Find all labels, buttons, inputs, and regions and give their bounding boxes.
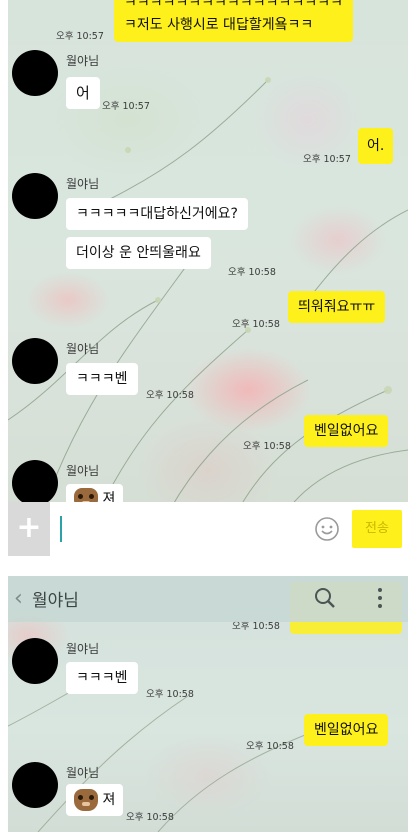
outgoing-message-bubble[interactable]: 벤일없어요 bbox=[304, 415, 389, 447]
chat-screen-bottom: 오후 10:58 ‹ 월야님 월야님 ㅋㅋㅋ벤 오후 10:58 벤일없어요 오… bbox=[8, 576, 408, 832]
outgoing-message-bubble[interactable]: 띄워줘요ㅠㅠ bbox=[288, 291, 386, 323]
message-input-bar: + 전송 bbox=[8, 502, 408, 556]
message-time: 오후 10:58 bbox=[146, 390, 194, 401]
message-time: 오후 10:57 bbox=[102, 101, 150, 112]
incoming-message-bubble[interactable]: 져 bbox=[66, 784, 124, 816]
sender-name: 월야님 bbox=[66, 54, 100, 68]
avatar[interactable] bbox=[12, 338, 58, 384]
message-time: 오후 10:58 bbox=[146, 689, 194, 700]
sender-name: 월야님 bbox=[66, 464, 100, 478]
outgoing-message-bubble[interactable]: 어. bbox=[358, 128, 394, 164]
outgoing-message-bubble[interactable]: ㅋㅋㅋㅋㅋㅋㅋㅋㅋㅋㅋㅋㅋㅋㅋㅋㅋ ㅋ저도 사행시로 대답할게욬ㅋㅋ bbox=[114, 0, 353, 42]
incoming-message-bubble[interactable]: ㅋㅋㅋ벤 bbox=[66, 662, 138, 694]
incoming-message-bubble[interactable]: ㅋㅋㅋㅋㅋ대답하신거에요? bbox=[66, 198, 248, 230]
avatar[interactable] bbox=[12, 173, 58, 219]
message-text: 져 bbox=[102, 792, 116, 808]
message-time: 오후 10:57 bbox=[56, 31, 104, 42]
search-icon[interactable] bbox=[314, 587, 336, 609]
incoming-message-bubble[interactable]: ㅋㅋㅋ벤 bbox=[66, 363, 138, 395]
message-text: ㅋㅋㅋㅋㅋㅋㅋㅋㅋㅋㅋㅋㅋㅋㅋㅋㅋ bbox=[124, 0, 343, 11]
sender-name: 월야님 bbox=[66, 766, 100, 780]
message-time: 오후 10:58 bbox=[126, 812, 174, 823]
chat-screen-top: ㅋㅋㅋㅋㅋㅋㅋㅋㅋㅋㅋㅋㅋㅋㅋㅋㅋ ㅋ저도 사행시로 대답할게욬ㅋㅋ 오후 10… bbox=[8, 0, 408, 556]
message-time: 오후 10:58 bbox=[246, 741, 294, 752]
send-button[interactable]: 전송 bbox=[352, 510, 402, 548]
avatar[interactable] bbox=[12, 762, 58, 808]
plus-icon: + bbox=[16, 510, 42, 545]
sender-name: 월야님 bbox=[66, 177, 100, 191]
chat-title: 월야님 bbox=[32, 591, 79, 611]
sender-name: 월야님 bbox=[66, 642, 100, 656]
chat-header: ‹ 월야님 bbox=[8, 576, 408, 622]
message-input[interactable] bbox=[58, 510, 308, 548]
more-options-icon[interactable] bbox=[376, 587, 384, 609]
message-time: 오후 10:58 bbox=[232, 319, 280, 330]
message-time: 오후 10:58 bbox=[243, 441, 291, 452]
bear-emoticon-icon bbox=[74, 789, 98, 811]
emoticon-icon[interactable] bbox=[314, 516, 340, 542]
avatar[interactable] bbox=[12, 50, 58, 96]
avatar[interactable] bbox=[12, 460, 58, 506]
avatar[interactable] bbox=[12, 638, 58, 684]
message-time: 오후 10:58 bbox=[228, 267, 276, 278]
sender-name: 월야님 bbox=[66, 342, 100, 356]
outgoing-message-bubble[interactable]: 벤일없어요 bbox=[304, 714, 389, 746]
incoming-message-bubble[interactable]: 어 bbox=[66, 77, 100, 109]
incoming-message-bubble[interactable]: 더이상 운 안띄울래요 bbox=[66, 237, 211, 269]
back-chevron-icon[interactable]: ‹ bbox=[14, 586, 23, 611]
attach-plus-button[interactable]: + bbox=[8, 502, 50, 556]
message-time: 오후 10:57 bbox=[303, 154, 351, 165]
message-text: ㅋ저도 사행시로 대답할게욬ㅋㅋ bbox=[124, 17, 314, 33]
